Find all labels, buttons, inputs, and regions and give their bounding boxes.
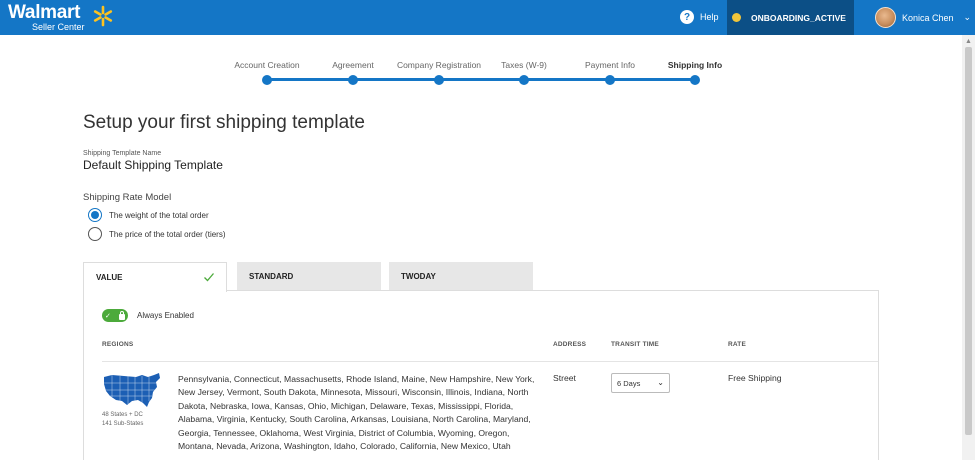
step-dot	[605, 75, 615, 85]
step-dot	[519, 75, 529, 85]
map-caption-states: 48 States + DC	[102, 412, 143, 418]
brand-name: Walmart	[8, 2, 81, 23]
transit-time-value: 6 Days	[617, 379, 641, 388]
user-menu[interactable]: Konica Chen ⌄	[875, 7, 971, 28]
lock-icon	[119, 310, 125, 320]
tab-twoday[interactable]: TWODAY	[389, 262, 533, 291]
rate-option-label: The price of the total order (tiers)	[109, 229, 226, 239]
col-header-rate: RATE	[728, 341, 747, 348]
help-link[interactable]: ? Help	[680, 10, 719, 24]
help-icon: ?	[680, 10, 694, 24]
check-icon	[204, 273, 214, 282]
chevron-down-icon: ⌄	[963, 12, 972, 22]
step-taxes[interactable]: Taxes (W-9)	[474, 60, 574, 85]
page-scrollbar[interactable]: ▲	[962, 35, 975, 460]
map-caption: 48 States + DC 141 Sub-States	[102, 411, 143, 429]
step-dot	[262, 75, 272, 85]
rate-option-label: The weight of the total order	[109, 210, 209, 220]
template-name-value: Default Shipping Template	[83, 158, 223, 172]
step-label: Shipping Info	[667, 60, 723, 70]
always-enabled-toggle[interactable]: ✓	[102, 309, 128, 322]
onboarding-status[interactable]: ONBOARDING_ACTIVE	[727, 0, 854, 35]
radio-unselected-icon[interactable]	[88, 227, 102, 241]
header-divider	[102, 361, 878, 362]
region-list: Pennsylvania, Connecticut, Massachusetts…	[178, 374, 535, 452]
template-name-label: Shipping Template Name	[83, 150, 162, 157]
col-header-address: ADDRESS	[553, 341, 587, 348]
page-title: Setup your first shipping template	[83, 112, 365, 133]
step-label: Taxes (W-9)	[501, 60, 547, 70]
radio-selected-icon[interactable]	[88, 208, 102, 222]
step-dot	[690, 75, 700, 85]
rate-model-label: Shipping Rate Model	[83, 192, 172, 203]
chevron-down-icon: ⌄	[657, 378, 664, 387]
stepper-line	[267, 78, 695, 81]
step-account-creation[interactable]: Account Creation	[217, 60, 317, 85]
onboarding-stepper: Account Creation Agreement Company Regis…	[234, 60, 734, 90]
brand-subtitle: Seller Center	[32, 22, 85, 32]
tab-standard[interactable]: STANDARD	[237, 262, 381, 291]
transit-time-select[interactable]: 6 Days ⌄	[611, 373, 670, 393]
rate-value: Free Shipping	[728, 373, 782, 383]
spark-icon	[93, 5, 113, 27]
check-mark-icon: ✓	[105, 312, 111, 320]
tab-value[interactable]: VALUE	[83, 262, 227, 292]
walmart-logo[interactable]: Walmart Seller Center	[8, 2, 113, 32]
top-bar: Walmart Seller Center ? Help ONBOARDING_…	[0, 0, 975, 35]
us-map-icon	[104, 373, 160, 407]
step-dot	[434, 75, 444, 85]
rate-option-weight[interactable]: The weight of the total order	[88, 208, 209, 222]
step-dot	[348, 75, 358, 85]
tab-label: VALUE	[96, 273, 123, 282]
col-header-regions: REGIONS	[102, 341, 134, 348]
tab-label: STANDARD	[249, 272, 294, 281]
step-label: Agreement	[332, 60, 374, 70]
always-enabled-label: Always Enabled	[137, 311, 194, 320]
step-agreement[interactable]: Agreement	[303, 60, 403, 85]
scroll-up-icon[interactable]: ▲	[965, 38, 972, 45]
help-label: Help	[700, 12, 719, 22]
user-name: Konica Chen	[902, 12, 954, 23]
step-shipping-info[interactable]: Shipping Info	[645, 60, 745, 85]
rate-option-price[interactable]: The price of the total order (tiers)	[88, 227, 226, 241]
status-label: ONBOARDING_ACTIVE	[751, 12, 846, 23]
shipping-rules-panel: ✓ Always Enabled REGIONS ADDRESS TRANSIT…	[83, 290, 879, 460]
tab-label: TWODAY	[401, 272, 436, 281]
avatar	[875, 7, 896, 28]
scroll-thumb[interactable]	[965, 47, 972, 435]
step-label: Account Creation	[234, 60, 300, 70]
map-caption-substates: 141 Sub-States	[102, 421, 144, 427]
col-header-transit: TRANSIT TIME	[611, 341, 659, 348]
status-dot-icon	[732, 13, 741, 22]
address-type: Street	[553, 373, 576, 383]
